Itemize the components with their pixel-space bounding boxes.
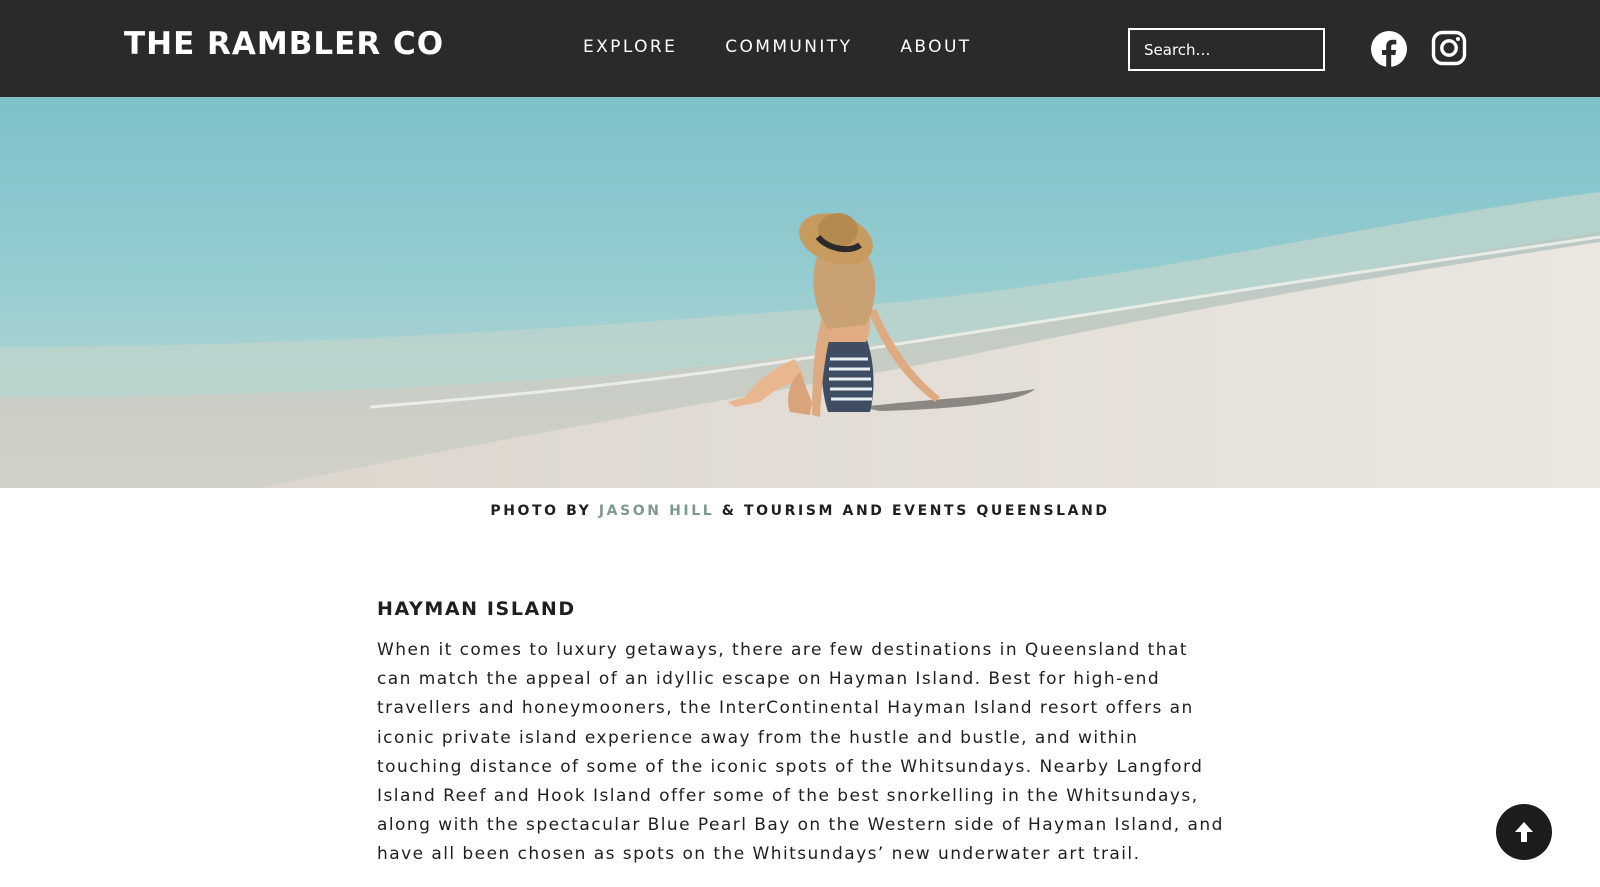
hero-image [0, 97, 1600, 488]
search-input[interactable] [1130, 30, 1323, 69]
nav-explore[interactable]: EXPLORE [583, 36, 677, 58]
beach-photo [0, 97, 1600, 488]
arrow-up-icon [1515, 822, 1533, 842]
article-body: When it comes to luxury getaways, there … [377, 640, 1224, 865]
article-heading: HAYMAN ISLAND [377, 598, 576, 620]
site-header: THE RAMBLER CO EXPLORE COMMUNITY ABOUT [0, 0, 1600, 97]
article-section: HAYMAN ISLAND When it comes to luxury ge… [377, 596, 1227, 870]
photo-credit-suffix: & TOURISM AND EVENTS QUEENSLAND [714, 503, 1110, 519]
nav-about[interactable]: ABOUT [900, 36, 971, 58]
instagram-icon[interactable] [1431, 30, 1469, 68]
photo-credit-prefix: PHOTO BY [490, 503, 599, 519]
main-nav: EXPLORE COMMUNITY ABOUT [583, 36, 972, 58]
photo-credit: PHOTO BY JASON HILL & TOURISM AND EVENTS… [0, 503, 1600, 519]
search-box [1128, 28, 1325, 71]
facebook-icon[interactable] [1370, 30, 1408, 68]
back-to-top-button[interactable] [1496, 804, 1552, 860]
nav-community[interactable]: COMMUNITY [725, 36, 852, 58]
photographer-link[interactable]: JASON HILL [599, 503, 714, 519]
site-logo[interactable]: THE RAMBLER CO [124, 24, 444, 64]
